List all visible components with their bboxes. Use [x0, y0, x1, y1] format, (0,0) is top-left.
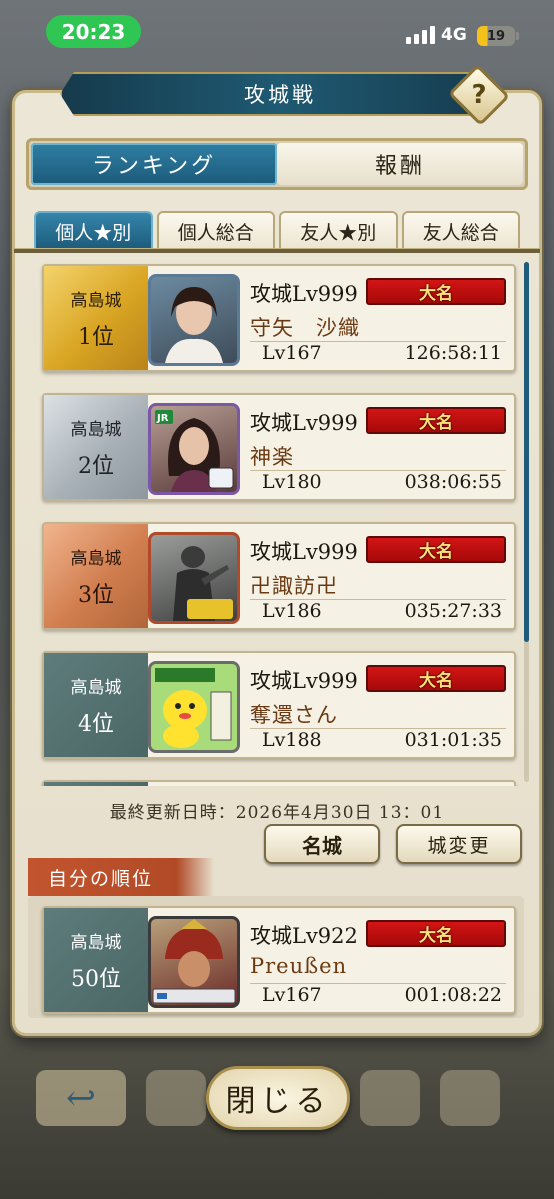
battery-icon: 19: [477, 26, 515, 46]
sub-tabs: 個人★別 個人総合 友人★別 友人総合: [34, 211, 520, 249]
player-name: Preußen: [250, 954, 506, 984]
bg-menu-icon: [146, 1070, 206, 1126]
siege-level: 攻城Lv922: [250, 924, 358, 948]
player-level: Lv180: [262, 471, 322, 493]
rank-position: 4位: [78, 711, 114, 737]
rank-plate: [44, 782, 148, 786]
player-name: 卍諏訪卍: [250, 570, 506, 600]
siege-time: 035:27:33: [404, 600, 502, 622]
ranking-row[interactable]: 高島城 3位 攻城Lv999 大名 卍諏訪卍 Lv186 035:27:33: [42, 522, 516, 630]
player-level: Lv167: [262, 342, 322, 364]
portrait-woman-jr-icon[interactable]: JR: [148, 403, 240, 495]
rank-plate: 高島城 3位: [44, 524, 148, 628]
rank-plate: 高島城 50位: [44, 908, 148, 1012]
subtab-personal-star[interactable]: 個人★別: [34, 211, 153, 249]
my-ranking-row[interactable]: 高島城 50位 攻城Lv922 大名 Preußen Lv167 001:08:…: [42, 906, 516, 1014]
status-bar: 20:23 4G 19: [0, 0, 554, 60]
siege-level: 攻城Lv999: [250, 540, 358, 564]
last-updated: 最終更新日時：2026年4月30日 13：01: [109, 803, 445, 823]
famous-castle-button[interactable]: 名城: [264, 824, 380, 864]
signal-icon: [406, 26, 435, 44]
ranking-list[interactable]: 高島城 1位 攻城Lv999 大名 守矢 沙織 Lv167 126:58:11 …: [34, 256, 524, 786]
network-type: 4G: [441, 25, 467, 45]
rank-position: 3位: [78, 582, 114, 608]
castle-name: 高島城: [70, 290, 122, 311]
my-rank-label: 自分の順位: [28, 858, 214, 896]
back-arrow-icon: ↩: [36, 1070, 126, 1126]
portrait-woman-icon[interactable]: [148, 274, 240, 366]
daimyo-badge: 大名: [366, 920, 506, 947]
daimyo-badge: 大名: [366, 665, 506, 692]
ranking-row[interactable]: 高島城 4位 攻城Lv999 大名 奪還さん Lv188 031:01:35: [42, 651, 516, 759]
siege-level: 攻城Lv999: [250, 282, 358, 306]
samurai-statue-icon[interactable]: [148, 532, 240, 624]
player-level: Lv186: [262, 600, 322, 622]
clock: 20:23: [46, 15, 141, 48]
battery-cap: [516, 32, 519, 40]
main-tabs: ランキング 報酬: [26, 138, 528, 190]
rank-plate: 高島城 1位: [44, 266, 148, 370]
player-name: 守矢 沙織: [250, 312, 506, 342]
yellow-mascot-icon[interactable]: [148, 661, 240, 753]
tab-rewards[interactable]: 報酬: [277, 143, 523, 185]
rank-position: 50位: [71, 966, 121, 992]
tab-ranking[interactable]: ランキング: [31, 143, 277, 185]
close-button[interactable]: 閉じる: [206, 1066, 350, 1130]
change-castle-button[interactable]: 城変更: [396, 824, 522, 864]
armored-warlord-icon[interactable]: [148, 916, 240, 1008]
ranking-row[interactable]: 高島城 1位 攻城Lv999 大名 守矢 沙織 Lv167 126:58:11: [42, 264, 516, 372]
bg-menu-icon: [440, 1070, 500, 1126]
siege-level: 攻城Lv999: [250, 411, 358, 435]
siege-time: 001:08:22: [404, 984, 502, 1006]
daimyo-badge: 大名: [366, 407, 506, 434]
tab-divider: [14, 248, 540, 253]
subtab-friend-star[interactable]: 友人★別: [279, 211, 398, 249]
rank-position: 1位: [78, 324, 114, 350]
ranking-row[interactable]: [42, 780, 516, 786]
player-name: 奪還さん: [250, 699, 506, 729]
scrollbar-thumb[interactable]: [524, 262, 529, 642]
question-icon[interactable]: ?: [456, 74, 502, 116]
siege-level: 攻城Lv999: [250, 669, 358, 693]
siege-time: 031:01:35: [404, 729, 502, 751]
castle-name: 高島城: [70, 548, 122, 569]
castle-name: 高島城: [70, 932, 122, 953]
daimyo-badge: 大名: [366, 536, 506, 563]
player-level: Lv167: [262, 984, 322, 1006]
siege-time: 126:58:11: [404, 342, 502, 364]
bg-menu-icon: [360, 1070, 420, 1126]
rank-plate: 高島城 4位: [44, 653, 148, 757]
svg-text:JR: JR: [156, 413, 169, 424]
daimyo-badge: 大名: [366, 278, 506, 305]
castle-name: 高島城: [70, 419, 122, 440]
dialog-title: 攻城戦: [60, 72, 500, 116]
ranking-row[interactable]: 高島城 2位 JR 攻城Lv999 大名 神楽 Lv180 038:06:55: [42, 393, 516, 501]
player-level: Lv188: [262, 729, 322, 751]
rank-position: 2位: [78, 453, 114, 479]
subtab-personal-total[interactable]: 個人総合: [156, 211, 275, 249]
player-name: 神楽: [250, 441, 506, 471]
castle-name: 高島城: [70, 677, 122, 698]
rank-plate: 高島城 2位: [44, 395, 148, 499]
siege-time: 038:06:55: [404, 471, 502, 493]
subtab-friend-total[interactable]: 友人総合: [401, 211, 520, 249]
